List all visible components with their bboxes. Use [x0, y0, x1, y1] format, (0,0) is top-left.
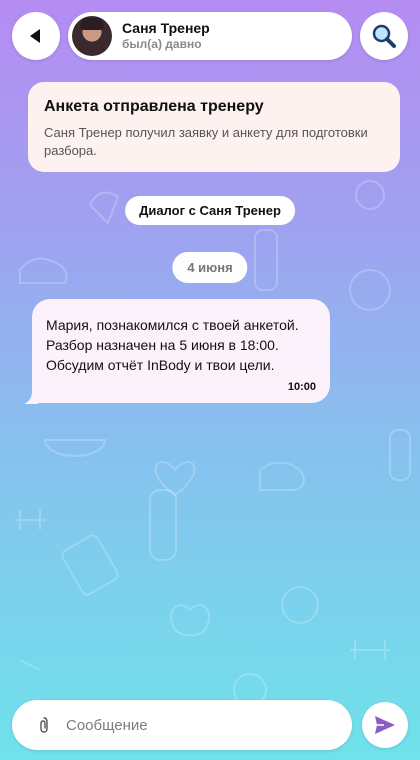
- send-button[interactable]: [362, 702, 408, 748]
- back-icon: [30, 29, 40, 43]
- send-icon: [375, 716, 395, 734]
- top-bar: Саня Тренер был(а) давно: [12, 12, 408, 60]
- avatar[interactable]: [72, 16, 112, 56]
- message-input[interactable]: [64, 715, 328, 735]
- date-separator: 4 июня: [172, 252, 248, 283]
- chat-header[interactable]: Саня Тренер был(а) давно: [68, 12, 352, 60]
- search-icon: [372, 24, 396, 48]
- notice-card: Анкета отправлена тренеру Саня Тренер по…: [28, 82, 400, 172]
- message-time: 10:00: [287, 381, 316, 393]
- attach-button[interactable]: [34, 717, 54, 733]
- attach-icon: [40, 717, 48, 733]
- dialog-label: Диалог с Саня Тренер: [125, 196, 295, 225]
- composer: [12, 700, 352, 750]
- message-line-3: Обсудим отчёт InBody и твои цели.: [46, 357, 275, 373]
- message-line-2: Разбор назначен на 5 июня в 18:00.: [46, 337, 279, 353]
- contact-status: был(а) давно: [122, 37, 202, 52]
- notice-title: Анкета отправлена тренеру: [44, 98, 264, 115]
- header-text: Саня Тренер был(а) давно: [122, 20, 210, 51]
- notice-text: Саня Тренер получил заявку и анкету для …: [44, 125, 368, 158]
- message-line-1: Мария, познакомился с твоей анкетой.: [46, 317, 299, 333]
- message-bubble[interactable]: Мария, познакомился с твоей анкетой. Раз…: [32, 299, 330, 403]
- contact-name: Саня Тренер: [122, 20, 210, 37]
- back-button[interactable]: [12, 12, 60, 60]
- search-button[interactable]: [360, 12, 408, 60]
